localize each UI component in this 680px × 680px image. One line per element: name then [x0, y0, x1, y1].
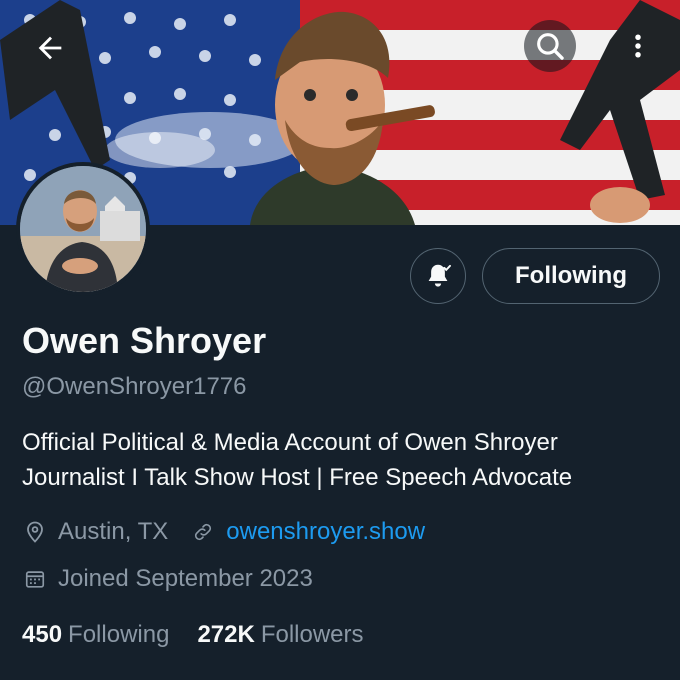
- more-options-button[interactable]: [612, 20, 664, 72]
- avatar-image: [20, 166, 146, 292]
- more-vertical-icon: [635, 34, 641, 58]
- display-name: Owen Shroyer: [22, 320, 267, 361]
- bell-check-icon: [428, 264, 451, 287]
- following-count: 450: [22, 621, 63, 648]
- follow-stats: 450 Following 272K Followers: [22, 621, 392, 649]
- joined-date: Joined September 2023: [58, 565, 313, 592]
- followers-count: 272K: [197, 621, 255, 648]
- calendar-icon: [22, 566, 48, 592]
- website-link[interactable]: owenshroyer.show: [226, 518, 425, 546]
- profile-meta-row: Joined September 2023: [22, 565, 313, 593]
- following-stat-link[interactable]: 450 Following: [22, 621, 169, 649]
- bio-line: Official Political & Media Account of Ow…: [22, 429, 558, 456]
- followers-stat-link[interactable]: 272K Followers: [197, 621, 363, 649]
- profile-meta-row: Austin, TX owenshroyer.show: [22, 518, 425, 546]
- arrow-left-icon: [38, 36, 62, 60]
- profile-bio: Official Political & Media Account of Ow…: [22, 425, 572, 495]
- avatar[interactable]: [16, 162, 150, 296]
- following-label: Following: [68, 621, 170, 648]
- following-button[interactable]: Following: [482, 248, 660, 304]
- back-button[interactable]: [24, 22, 76, 74]
- notifications-button[interactable]: [410, 248, 466, 304]
- user-handle: @OwenShroyer1776: [22, 373, 247, 400]
- location-text: Austin, TX: [58, 518, 169, 545]
- followers-label: Followers: [260, 621, 364, 648]
- link-icon: [190, 519, 216, 545]
- search-icon: [537, 33, 564, 60]
- search-button[interactable]: [524, 20, 576, 72]
- bio-line: Journalist I Talk Show Host | Free Speec…: [22, 464, 573, 491]
- location-pin-icon: [22, 519, 48, 545]
